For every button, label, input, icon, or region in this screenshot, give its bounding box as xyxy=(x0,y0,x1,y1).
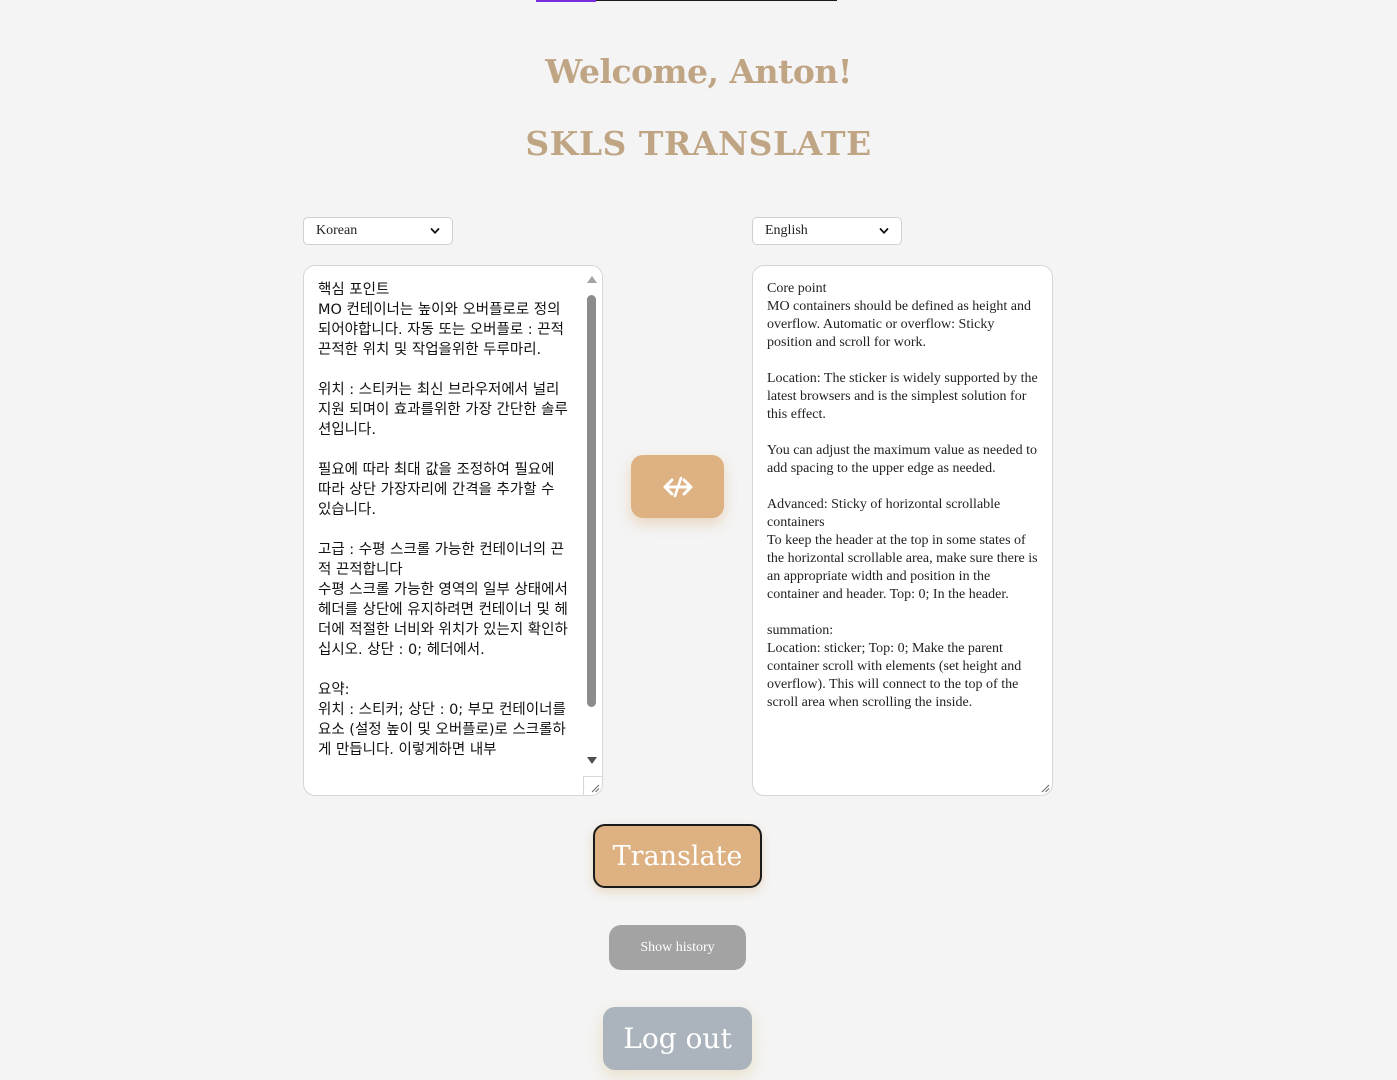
chevron-down-icon xyxy=(430,228,440,234)
resize-grip-icon xyxy=(591,784,600,793)
swap-arrows-icon xyxy=(663,476,692,497)
source-language-value: Korean xyxy=(316,223,358,238)
top-progress-bar xyxy=(536,0,837,2)
chevron-down-icon xyxy=(879,228,889,234)
target-language-value: English xyxy=(765,223,808,238)
target-language-select[interactable]: English xyxy=(752,217,902,245)
translate-button[interactable]: Translate xyxy=(593,824,762,888)
source-scrollbar[interactable] xyxy=(585,276,599,776)
welcome-heading: Welcome, Anton! xyxy=(545,52,852,91)
translate-page: Welcome, Anton! SKLS TRANSLATE Korean En… xyxy=(0,0,1397,1080)
source-language-select[interactable]: Korean xyxy=(303,217,453,245)
scroll-up-arrow-icon[interactable] xyxy=(587,276,597,283)
resize-grip-icon[interactable] xyxy=(1040,783,1050,793)
logout-button[interactable]: Log out xyxy=(603,1007,752,1070)
scroll-down-arrow-icon[interactable] xyxy=(587,757,597,764)
swap-languages-button[interactable] xyxy=(631,455,724,518)
target-text: Core point MO containers should be defin… xyxy=(767,281,1038,710)
show-history-button[interactable]: Show history xyxy=(609,925,746,970)
scrollbar-thumb[interactable] xyxy=(587,295,596,707)
progress-bar-fill xyxy=(536,0,597,2)
app-title: SKLS TRANSLATE xyxy=(525,124,872,163)
target-textarea[interactable]: Core point MO containers should be defin… xyxy=(752,265,1053,796)
source-textarea[interactable]: 핵심 포인트 MO 컨테이너는 높이와 오버플로로 정의되어야합니다. 자동 또… xyxy=(303,265,603,796)
source-text: 핵심 포인트 MO 컨테이너는 높이와 오버플로로 정의되어야합니다. 자동 또… xyxy=(318,282,568,758)
resize-handle[interactable] xyxy=(583,776,602,795)
